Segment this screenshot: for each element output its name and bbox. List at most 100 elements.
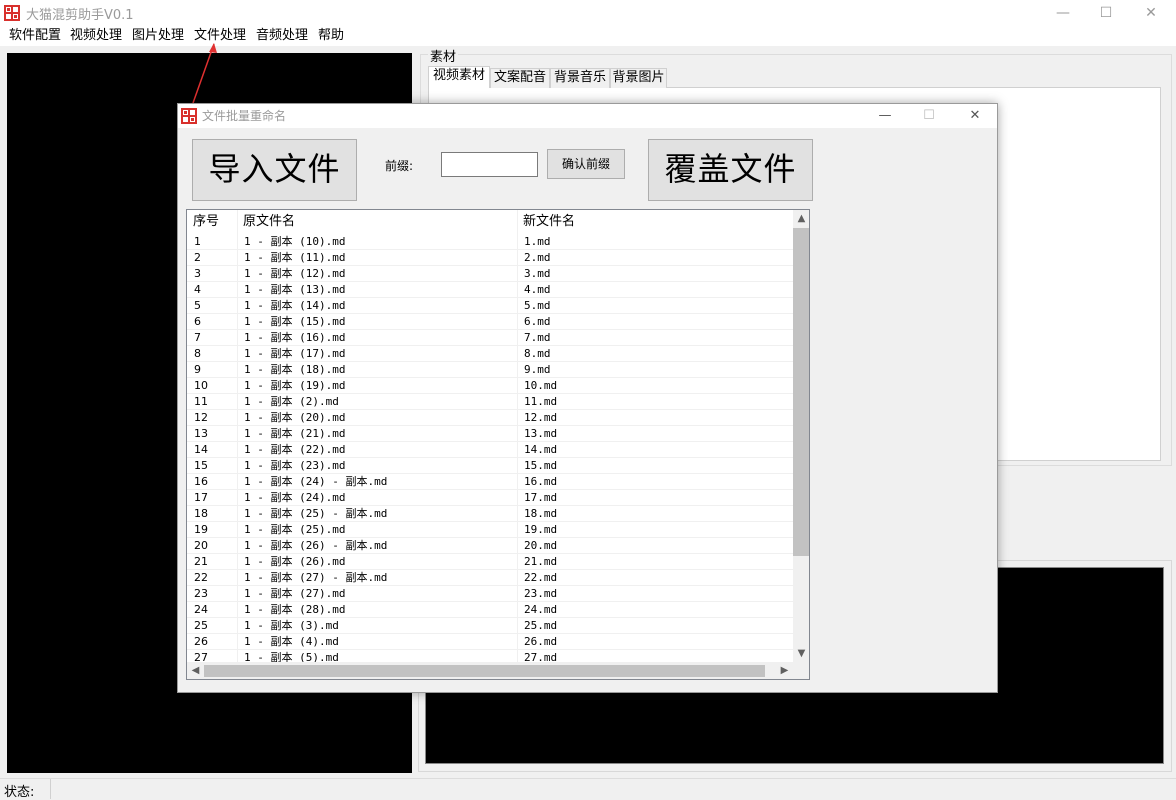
row-index: 19 — [194, 523, 208, 536]
dialog-close-button[interactable]: ✕ — [952, 104, 998, 128]
scroll-left-arrow-icon[interactable]: ◀ — [187, 662, 204, 679]
table-row[interactable]: 3 1 - 副本 (12).md 3.md — [187, 266, 793, 282]
table-row[interactable]: 12 1 - 副本 (20).md 12.md — [187, 410, 793, 426]
row-new-name: 22.md — [524, 571, 558, 584]
row-new-name: 24.md — [524, 603, 558, 616]
dialog-minimize-button[interactable]: — — [862, 104, 908, 128]
table-row[interactable]: 17 1 - 副本 (24).md 17.md — [187, 490, 793, 506]
confirm-prefix-button[interactable]: 确认前缀 — [547, 149, 625, 179]
table-row[interactable]: 24 1 - 副本 (28).md 24.md — [187, 602, 793, 618]
row-index: 13 — [194, 427, 208, 440]
row-index: 18 — [194, 507, 208, 520]
row-original-name: 1 - 副本 (26) - 副本.md — [244, 539, 388, 552]
table-row[interactable]: 11 1 - 副本 (2).md 11.md — [187, 394, 793, 410]
table-row[interactable]: 5 1 - 副本 (14).md 5.md — [187, 298, 793, 314]
main-title-bar[interactable]: 大猫混剪助手V0.1 — ☐ ✕ — [0, 0, 1176, 26]
row-index: 1 — [194, 235, 201, 248]
row-new-name: 17.md — [524, 491, 558, 504]
import-files-button[interactable]: 导入文件 — [192, 139, 357, 201]
table-row[interactable]: 10 1 - 副本 (19).md 10.md — [187, 378, 793, 394]
row-index: 26 — [194, 635, 208, 648]
tab-bg-image[interactable]: 背景图片 — [610, 68, 667, 88]
maximize-button[interactable]: ☐ — [1083, 0, 1129, 26]
row-index: 10 — [194, 379, 208, 392]
table-row[interactable]: 21 1 - 副本 (26).md 21.md — [187, 554, 793, 570]
row-new-name: 3.md — [524, 267, 551, 280]
row-new-name: 1.md — [524, 235, 551, 248]
status-label: 状态: — [4, 785, 35, 800]
menu-software-config[interactable]: 软件配置 — [9, 27, 61, 45]
row-new-name: 19.md — [524, 523, 558, 536]
table-row[interactable]: 2 1 - 副本 (11).md 2.md — [187, 250, 793, 266]
table-row[interactable]: 22 1 - 副本 (27) - 副本.md 22.md — [187, 570, 793, 586]
vertical-scroll-thumb[interactable] — [793, 228, 809, 556]
dialog-logo-icon — [181, 108, 197, 124]
table-row[interactable]: 25 1 - 副本 (3).md 25.md — [187, 618, 793, 634]
batch-rename-dialog: 文件批量重命名 — ☐ ✕ 导入文件 前缀: 确认前缀 覆盖文件 序号 原文件名… — [177, 103, 998, 693]
menu-help[interactable]: 帮助 — [318, 27, 344, 45]
row-original-name: 1 - 副本 (23).md — [244, 459, 346, 472]
row-index: 9 — [194, 363, 201, 376]
row-new-name: 16.md — [524, 475, 558, 488]
row-original-name: 1 - 副本 (25) - 副本.md — [244, 507, 388, 520]
file-list[interactable]: 序号 原文件名 新文件名 1 1 - 副本 (10).md 1.md 2 1 - 副本 … — [186, 209, 810, 680]
overwrite-files-button[interactable]: 覆盖文件 — [648, 139, 813, 201]
row-new-name: 8.md — [524, 347, 551, 360]
column-header-index[interactable]: 序号 — [187, 210, 219, 234]
menu-file[interactable]: 文件处理 — [194, 27, 246, 45]
table-row[interactable]: 18 1 - 副本 (25) - 副本.md 18.md — [187, 506, 793, 522]
table-row[interactable]: 4 1 - 副本 (13).md 4.md — [187, 282, 793, 298]
row-new-name: 14.md — [524, 443, 558, 456]
dialog-maximize-button[interactable]: ☐ — [906, 104, 952, 128]
prefix-label: 前缀: — [385, 159, 414, 173]
close-button[interactable]: ✕ — [1128, 0, 1174, 26]
status-divider — [50, 779, 51, 799]
menu-audio[interactable]: 音频处理 — [256, 27, 308, 45]
horizontal-scroll-thumb[interactable] — [204, 665, 765, 677]
table-row[interactable]: 23 1 - 副本 (27).md 23.md — [187, 586, 793, 602]
menu-bar: 软件配置 视频处理 图片处理 文件处理 音频处理 帮助 — [0, 26, 1176, 46]
row-original-name: 1 - 副本 (20).md — [244, 411, 346, 424]
row-index: 12 — [194, 411, 208, 424]
column-header-original-name[interactable]: 原文件名 — [237, 210, 295, 234]
row-new-name: 4.md — [524, 283, 551, 296]
row-index: 20 — [194, 539, 208, 552]
row-new-name: 18.md — [524, 507, 558, 520]
list-rows: 1 1 - 副本 (10).md 1.md 2 1 - 副本 (11).md 2.md 3 1… — [187, 234, 793, 666]
row-new-name: 20.md — [524, 539, 558, 552]
table-row[interactable]: 20 1 - 副本 (26) - 副本.md 20.md — [187, 538, 793, 554]
menu-image[interactable]: 图片处理 — [132, 27, 184, 45]
prefix-input[interactable] — [441, 152, 538, 177]
tab-video-material[interactable]: 视频素材 — [428, 66, 490, 88]
table-row[interactable]: 26 1 - 副本 (4).md 26.md — [187, 634, 793, 650]
tab-bgm[interactable]: 背景音乐 — [550, 68, 610, 88]
row-original-name: 1 - 副本 (14).md — [244, 299, 346, 312]
dialog-title-bar[interactable]: 文件批量重命名 — ☐ ✕ — [178, 104, 997, 128]
row-index: 14 — [194, 443, 208, 456]
table-row[interactable]: 13 1 - 副本 (21).md 13.md — [187, 426, 793, 442]
menu-video[interactable]: 视频处理 — [70, 27, 122, 45]
scroll-down-arrow-icon[interactable]: ▼ — [793, 645, 809, 662]
row-original-name: 1 - 副本 (25).md — [244, 523, 346, 536]
row-original-name: 1 - 副本 (11).md — [244, 251, 346, 264]
tab-voiceover[interactable]: 文案配音 — [490, 68, 550, 88]
table-row[interactable]: 6 1 - 副本 (15).md 6.md — [187, 314, 793, 330]
table-row[interactable]: 8 1 - 副本 (17).md 8.md — [187, 346, 793, 362]
minimize-button[interactable]: — — [1040, 0, 1086, 26]
row-original-name: 1 - 副本 (18).md — [244, 363, 346, 376]
material-group-title: 素材 — [428, 46, 459, 65]
scroll-up-arrow-icon[interactable]: ▲ — [793, 210, 809, 227]
column-header-new-name[interactable]: 新文件名 — [517, 210, 575, 234]
table-row[interactable]: 16 1 - 副本 (24) - 副本.md 16.md — [187, 474, 793, 490]
scroll-right-arrow-icon[interactable]: ▶ — [776, 662, 793, 679]
row-index: 8 — [194, 347, 201, 360]
row-original-name: 1 - 副本 (4).md — [244, 635, 339, 648]
table-row[interactable]: 15 1 - 副本 (23).md 15.md — [187, 458, 793, 474]
table-row[interactable]: 14 1 - 副本 (22).md 14.md — [187, 442, 793, 458]
table-row[interactable]: 7 1 - 副本 (16).md 7.md — [187, 330, 793, 346]
row-index: 2 — [194, 251, 201, 264]
table-row[interactable]: 9 1 - 副本 (18).md 9.md — [187, 362, 793, 378]
table-row[interactable]: 1 1 - 副本 (10).md 1.md — [187, 234, 793, 250]
table-row[interactable]: 19 1 - 副本 (25).md 19.md — [187, 522, 793, 538]
row-original-name: 1 - 副本 (24) - 副本.md — [244, 475, 388, 488]
